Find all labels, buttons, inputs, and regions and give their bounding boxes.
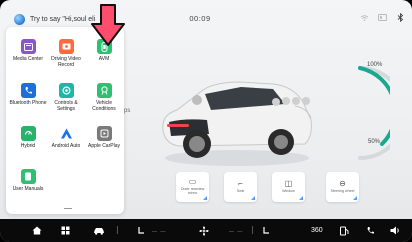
mirror-icon: ▭ — [188, 177, 197, 187]
drawer-handle[interactable] — [64, 208, 72, 209]
app-drawer: Media Center Driving Video Record AVM Bl… — [6, 27, 124, 214]
vehicle-conditions-icon — [96, 83, 112, 98]
seat-button[interactable]: ⌐ Seat — [224, 172, 257, 202]
apps-grid-icon[interactable] — [61, 223, 70, 238]
app-vehicle-conditions[interactable]: Vehicle Conditions — [84, 83, 124, 113]
app-hybrid[interactable]: Hybrid — [8, 126, 48, 150]
seat-heat-right-icon[interactable] — [262, 223, 270, 238]
network-icon — [378, 14, 388, 23]
360-camera-icon[interactable]: 360 — [311, 223, 323, 238]
app-label: Hybrid — [20, 143, 36, 149]
home-icon[interactable] — [32, 223, 42, 238]
seat-icon: ⌐ — [238, 179, 243, 189]
app-driving-video-record[interactable]: Driving Video Record — [46, 39, 86, 69]
status-icons — [360, 12, 404, 24]
status-bar: Try to say "Hi,soul eli 00:09 — [0, 0, 412, 25]
app-apple-carplay[interactable]: Apple CarPlay — [84, 126, 124, 150]
video-record-icon — [58, 39, 74, 54]
vehicle-image — [162, 81, 312, 166]
media-center-icon — [20, 39, 36, 54]
steering-wheel-label: Steering wheel — [330, 189, 355, 194]
app-label: AVM — [98, 56, 110, 62]
steering-wheel-icon: ⊖ — [339, 179, 346, 189]
fan-level: — — — [229, 229, 244, 235]
fan-icon[interactable] — [199, 223, 209, 238]
fan-mid-label: 50% — [368, 139, 381, 145]
app-bluetooth-phone[interactable]: Bluetooth Phone — [8, 83, 48, 107]
phone-icon — [20, 83, 36, 98]
bluetooth-icon — [397, 12, 404, 24]
app-label: Controls & Settings — [54, 100, 78, 112]
manual-icon — [20, 169, 36, 184]
app-android-auto[interactable]: Android Auto — [46, 126, 86, 150]
car-icon[interactable] — [93, 223, 105, 238]
app-label: Apple CarPlay — [88, 143, 120, 149]
settings-icon — [58, 83, 74, 98]
seat-heat-icon[interactable] — [137, 223, 145, 238]
assistant-prompt: Try to say "Hi,soul eli — [30, 16, 96, 23]
steering-wheel-button[interactable]: ⊖ Steering wheel — [326, 172, 359, 202]
window-label: Window — [282, 189, 295, 194]
carplay-icon — [96, 126, 112, 141]
app-label: Android Auto — [51, 143, 81, 149]
quick-controls: ▭ Outer rearview mirror ⌐ Seat ◫ Window … — [176, 172, 386, 204]
android-auto-icon — [58, 126, 74, 141]
seat-heat-level: — — — [152, 229, 167, 235]
app-user-manuals[interactable]: User Manuals — [8, 169, 48, 193]
clock: 00:09 — [189, 14, 211, 23]
fuel-icon[interactable] — [340, 223, 349, 238]
app-label: Media Center — [12, 56, 43, 62]
fan-max-label: 100% — [367, 62, 383, 68]
pointer-arrow — [91, 4, 125, 46]
fan-level-arc[interactable] — [330, 62, 390, 166]
assistant-orb-icon — [14, 14, 25, 25]
app-label: Bluetooth Phone — [9, 100, 47, 106]
mirror-button[interactable]: ▭ Outer rearview mirror — [176, 172, 209, 202]
peek-label: ps — [124, 108, 131, 114]
window-button[interactable]: ◫ Window — [272, 172, 305, 202]
voice-assistant[interactable]: Try to say "Hi,soul eli — [14, 14, 95, 25]
bottom-dock: — — — — 360 — [0, 219, 412, 242]
app-media-center[interactable]: Media Center — [8, 39, 48, 63]
app-label: Driving Video Record — [51, 56, 81, 68]
app-label: Vehicle Conditions — [92, 100, 116, 112]
mirror-label: Outer rearview mirror — [180, 187, 205, 195]
hybrid-icon — [20, 126, 36, 141]
window-icon: ◫ — [284, 179, 293, 189]
app-controls-settings[interactable]: Controls & Settings — [46, 83, 86, 113]
infotainment-screen: Try to say "Hi,soul eli 00:09 100% 50% ▭… — [0, 0, 412, 242]
volume-icon[interactable] — [390, 223, 401, 238]
app-label: User Manuals — [12, 186, 44, 192]
phone-icon[interactable] — [366, 223, 375, 238]
seat-label: Seat — [236, 189, 245, 194]
wifi-icon — [360, 14, 369, 24]
